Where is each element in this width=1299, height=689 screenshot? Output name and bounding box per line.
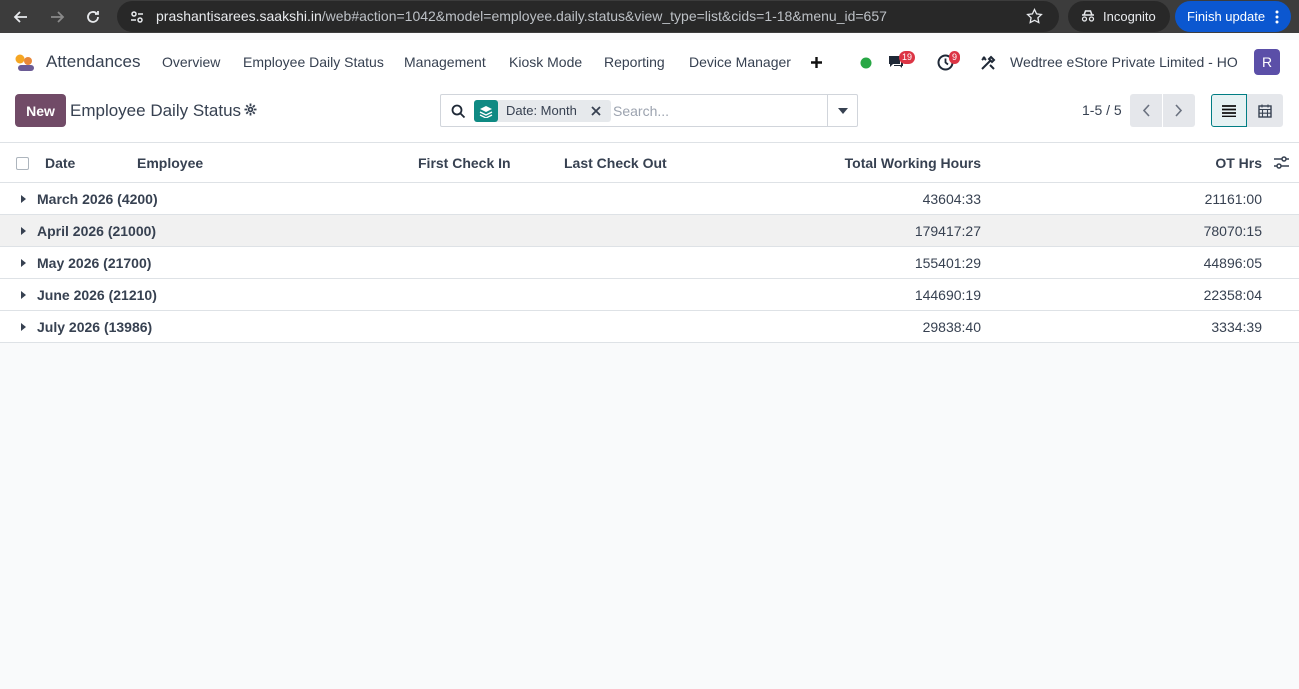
site-settings-icon[interactable] [129, 9, 145, 25]
page-title: Employee Daily Status [70, 101, 242, 120]
group-total-hours: 29838:40 [922, 319, 981, 335]
chevron-left-icon [1142, 104, 1150, 117]
group-total-hours: 155401:29 [914, 255, 981, 271]
finish-update-label: Finish update [1187, 9, 1266, 24]
column-employee[interactable]: Employee [137, 155, 203, 171]
incognito-indicator[interactable]: Incognito [1068, 1, 1170, 32]
finish-update-button[interactable]: Finish update [1175, 1, 1291, 32]
list-view-button[interactable] [1211, 94, 1247, 127]
group-ot-hrs: 78070:15 [1203, 223, 1262, 239]
search-options-toggle[interactable] [827, 95, 857, 126]
group-name: June 2026 (21210) [37, 287, 157, 303]
calendar-view-button[interactable] [1247, 94, 1283, 127]
close-icon[interactable] [591, 106, 601, 116]
messages-button[interactable]: 19 [887, 51, 927, 74]
pager-previous-button[interactable] [1130, 94, 1162, 127]
incognito-label: Incognito [1103, 9, 1156, 24]
group-row[interactable]: March 2026 (4200) 43604:33 21161:00 [0, 183, 1299, 215]
caret-right-icon [21, 195, 26, 203]
activities-count-badge: 9 [949, 51, 961, 64]
control-panel: New Employee Daily Status Date: Month 1-… [0, 86, 1299, 143]
list-view-icon [1222, 104, 1236, 117]
column-first-check-in[interactable]: First Check In [418, 155, 511, 171]
new-button[interactable]: New [15, 94, 66, 127]
caret-right-icon [21, 323, 26, 331]
url-path: /web#action=1042&model=employee.daily.st… [321, 8, 887, 24]
caret-down-icon [837, 107, 848, 114]
incognito-icon [1081, 10, 1095, 22]
layers-icon [479, 105, 493, 118]
search-input[interactable] [613, 100, 823, 122]
menu-employee-daily-status[interactable]: Employee Daily Status [243, 54, 384, 70]
app-navbar: Attendances Overview Employee Daily Stat… [0, 40, 1299, 86]
menu-reporting[interactable]: Reporting [604, 54, 665, 70]
facet-label: Date: Month [506, 103, 577, 118]
app-name[interactable]: Attendances [46, 52, 141, 72]
more-vert-icon [1275, 10, 1279, 24]
browser-chrome: prashantisarees.saakshi.in/web#action=10… [0, 0, 1299, 33]
group-ot-hrs: 3334:39 [1211, 319, 1262, 335]
menu-management[interactable]: Management [404, 54, 486, 70]
table-header: Date Employee First Check In Last Check … [0, 143, 1299, 183]
group-total-hours: 179417:27 [914, 223, 981, 239]
address-bar[interactable]: prashantisarees.saakshi.in/web#action=10… [117, 1, 1059, 32]
company-switcher[interactable]: Wedtree eStore Private Limited - HO [1010, 54, 1238, 70]
calendar-icon [1258, 104, 1272, 118]
bookmark-star-icon[interactable] [1026, 8, 1043, 25]
menu-overview[interactable]: Overview [162, 54, 220, 70]
menu-kiosk-mode[interactable]: Kiosk Mode [509, 54, 582, 70]
column-total-working-hours[interactable]: Total Working Hours [845, 155, 981, 171]
group-name: April 2026 (21000) [37, 223, 157, 239]
caret-right-icon [21, 291, 26, 299]
user-avatar[interactable]: R [1254, 49, 1280, 75]
search-panel: Date: Month [440, 94, 858, 127]
reload-icon [87, 11, 99, 23]
plus-icon[interactable] [810, 56, 823, 69]
group-name: May 2026 (21700) [37, 255, 152, 271]
gear-icon[interactable] [244, 103, 257, 116]
column-date[interactable]: Date [45, 155, 75, 171]
online-status-icon [860, 57, 872, 69]
reload-button[interactable] [81, 5, 105, 29]
group-ot-hrs: 44896:05 [1203, 255, 1262, 271]
optional-columns-icon[interactable] [1274, 156, 1289, 170]
messages-count-badge: 19 [899, 51, 916, 64]
pager-value[interactable]: 1-5 / 5 [1082, 102, 1122, 118]
group-total-hours: 144690:19 [914, 287, 981, 303]
chevron-right-icon [1175, 104, 1183, 117]
group-by-facet-icon [474, 100, 498, 122]
forward-button[interactable] [45, 5, 69, 29]
debug-tools-icon[interactable] [980, 55, 996, 71]
search-facet: Date: Month [474, 100, 611, 122]
group-name: July 2026 (13986) [37, 319, 153, 335]
group-ot-hrs: 22358:04 [1203, 287, 1262, 303]
group-row[interactable]: April 2026 (21000) 179417:27 78070:15 [0, 215, 1299, 247]
arrow-left-icon [13, 11, 27, 23]
group-row[interactable]: June 2026 (21210) 144690:19 22358:04 [0, 279, 1299, 311]
url-host: prashantisarees.saakshi.in [156, 8, 322, 24]
column-ot-hrs[interactable]: OT Hrs [1215, 155, 1262, 171]
back-button[interactable] [9, 5, 33, 29]
attendances-app-icon[interactable] [14, 53, 36, 73]
column-last-check-out[interactable]: Last Check Out [564, 155, 667, 171]
activities-button[interactable]: 9 [937, 51, 969, 74]
group-row[interactable]: July 2026 (13986) 29838:40 3334:39 [0, 311, 1299, 343]
url-text: prashantisarees.saakshi.in/web#action=10… [156, 8, 887, 24]
caret-right-icon [21, 227, 26, 235]
select-all-checkbox[interactable] [16, 157, 29, 170]
arrow-right-icon [51, 11, 65, 23]
caret-right-icon [21, 259, 26, 267]
group-ot-hrs: 21161:00 [1204, 191, 1262, 207]
pager-next-button[interactable] [1163, 94, 1195, 127]
group-total-hours: 43604:33 [922, 191, 981, 207]
group-row[interactable]: May 2026 (21700) 155401:29 44896:05 [0, 247, 1299, 279]
group-name: March 2026 (4200) [37, 191, 158, 207]
search-icon[interactable] [451, 104, 466, 119]
list-view: Date Employee First Check In Last Check … [0, 143, 1299, 343]
menu-device-manager[interactable]: Device Manager [689, 54, 791, 70]
